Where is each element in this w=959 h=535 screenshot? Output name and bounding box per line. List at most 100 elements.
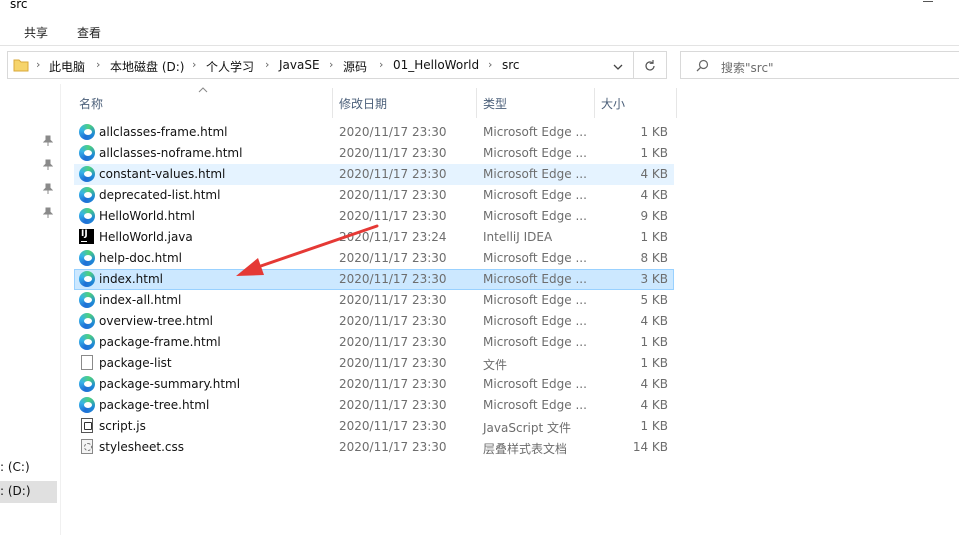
file-row[interactable]: allclasses-frame.html 2020/11/17 23:30 Mic… <box>74 122 674 143</box>
breadcrumb-javase[interactable]: JavaSE <box>279 58 320 72</box>
file-type: 层叠样式表文档 <box>483 442 568 456</box>
file-type: Microsoft Edge ... <box>483 167 587 181</box>
file-name: index-all.html <box>99 293 182 307</box>
file-type: Microsoft Edge ... <box>483 125 587 139</box>
column-divider[interactable] <box>594 88 595 118</box>
title-bar: src <box>0 0 959 14</box>
file-row[interactable]: script.js 2020/11/17 23:30 JavaScript 文件 1 … <box>74 416 674 437</box>
refresh-icon <box>645 60 655 71</box>
navigation-pane: : (C:) : (D:) <box>0 84 61 535</box>
column-divider[interactable] <box>676 88 677 118</box>
file-row[interactable]: HelloWorld.java 2020/11/17 23:24 IntelliJ … <box>74 227 674 248</box>
breadcrumb-this-pc[interactable]: 此电脑 <box>49 58 85 75</box>
breadcrumb-chevron-icon[interactable]: › <box>36 58 40 71</box>
file-date: 2020/11/17 23:30 <box>339 356 447 370</box>
breadcrumb-chevron-icon[interactable]: › <box>488 58 492 71</box>
file-size: 4 KB <box>640 167 668 181</box>
file-size: 1 KB <box>640 419 668 433</box>
file-row[interactable]: package-tree.html 2020/11/17 23:30 Microso… <box>74 395 674 416</box>
file-date: 2020/11/17 23:30 <box>339 314 447 328</box>
file-size: 9 KB <box>640 209 668 223</box>
file-row[interactable]: help-doc.html 2020/11/17 23:30 Microsoft E… <box>74 248 674 269</box>
file-name: allclasses-noframe.html <box>99 146 243 160</box>
file-date: 2020/11/17 23:30 <box>339 377 447 391</box>
file-size: 1 KB <box>640 146 668 160</box>
file-name: help-doc.html <box>99 251 182 265</box>
minimize-button[interactable] <box>923 1 933 2</box>
file-size: 1 KB <box>640 335 668 349</box>
file-row[interactable]: allclasses-noframe.html 2020/11/17 23:30 M… <box>74 143 674 164</box>
column-divider[interactable] <box>476 88 477 118</box>
file-row[interactable]: package-frame.html 2020/11/17 23:30 Micros… <box>74 332 674 353</box>
address-bar[interactable]: › 此电脑 › 本地磁盘 (D:) › 个人学习 › JavaSE › 源码 ›… <box>7 51 634 79</box>
edge-browser-icon <box>79 313 95 329</box>
file-row[interactable]: index.html 2020/11/17 23:30 Microsoft Edge… <box>74 269 674 290</box>
file-row[interactable]: deprecated-list.html 2020/11/17 23:30 Micr… <box>74 185 674 206</box>
breadcrumb-drive-d[interactable]: 本地磁盘 (D:) <box>110 58 184 75</box>
file-size: 1 KB <box>640 125 668 139</box>
file-row[interactable]: stylesheet.css 2020/11/17 23:30 层叠样式表文档 14 … <box>74 437 674 458</box>
file-row[interactable]: constant-values.html 2020/11/17 23:30 Micr… <box>74 164 674 185</box>
edge-browser-icon <box>79 271 95 287</box>
file-type: Microsoft Edge ... <box>483 251 587 265</box>
breadcrumb-01-helloworld[interactable]: 01_HelloWorld <box>393 58 479 72</box>
search-box[interactable]: 搜索"src" <box>680 51 959 79</box>
intellij-idea-icon <box>79 229 95 245</box>
edge-browser-icon <box>79 166 95 182</box>
sort-ascending-icon <box>198 87 208 93</box>
file-row[interactable]: HelloWorld.html 2020/11/17 23:30 Microsoft… <box>74 206 674 227</box>
file-name: index.html <box>99 272 163 286</box>
search-input[interactable]: 搜索"src" <box>721 59 774 76</box>
column-header-type[interactable]: 类型 <box>483 95 507 112</box>
file-size: 4 KB <box>640 398 668 412</box>
file-row[interactable]: package-summary.html 2020/11/17 23:30 Micr… <box>74 374 674 395</box>
breadcrumb-chevron-icon[interactable]: › <box>265 58 269 71</box>
file-row[interactable]: index-all.html 2020/11/17 23:30 Microsoft … <box>74 290 674 311</box>
column-header-name[interactable]: 名称 <box>79 95 103 112</box>
file-row[interactable]: overview-tree.html 2020/11/17 23:30 Micros… <box>74 311 674 332</box>
chevron-down-icon[interactable] <box>613 60 623 74</box>
pin-icon[interactable] <box>43 207 53 218</box>
file-name: package-frame.html <box>99 335 221 349</box>
edge-browser-icon <box>79 208 95 224</box>
breadcrumb-source[interactable]: 源码 <box>343 58 367 75</box>
file-type: Microsoft Edge ... <box>483 377 587 391</box>
tab-view[interactable]: 查看 <box>77 24 101 41</box>
breadcrumb-chevron-icon[interactable]: › <box>329 58 333 71</box>
breadcrumb-personal-study[interactable]: 个人学习 <box>206 58 254 75</box>
file-type: JavaScript 文件 <box>483 421 571 435</box>
breadcrumb-src[interactable]: src <box>502 58 520 72</box>
file-date: 2020/11/17 23:30 <box>339 398 447 412</box>
file-size: 3 KB <box>640 272 668 286</box>
column-divider[interactable] <box>332 88 333 118</box>
file-name: HelloWorld.html <box>99 209 195 223</box>
file-type: 文件 <box>483 358 508 372</box>
file-name: package-list <box>99 356 172 370</box>
pin-icon[interactable] <box>43 183 53 194</box>
breadcrumb-chevron-icon[interactable]: › <box>96 58 100 71</box>
edge-browser-icon <box>79 124 95 140</box>
file-type: IntelliJ IDEA <box>483 230 553 244</box>
column-header-date[interactable]: 修改日期 <box>339 95 387 112</box>
file-date: 2020/11/17 23:30 <box>339 440 447 454</box>
file-type: Microsoft Edge ... <box>483 314 587 328</box>
nav-drive-c[interactable]: : (C:) <box>0 457 57 479</box>
file-size: 8 KB <box>640 251 668 265</box>
edge-browser-icon <box>79 250 95 266</box>
edge-browser-icon <box>79 376 95 392</box>
pin-icon[interactable] <box>43 135 53 146</box>
edge-browser-icon <box>79 334 95 350</box>
file-date: 2020/11/17 23:30 <box>339 125 447 139</box>
file-row[interactable]: package-list 2020/11/17 23:30 文件 1 KB <box>74 353 674 374</box>
file-icon <box>79 355 95 371</box>
ribbon: 共享 查看 <box>0 14 959 46</box>
breadcrumb-chevron-icon[interactable]: › <box>192 58 196 71</box>
pin-icon[interactable] <box>43 159 53 170</box>
refresh-button[interactable] <box>634 51 667 79</box>
file-date: 2020/11/17 23:30 <box>339 272 447 286</box>
file-name: deprecated-list.html <box>99 188 221 202</box>
column-header-size[interactable]: 大小 <box>601 95 625 112</box>
tab-share[interactable]: 共享 <box>24 24 48 41</box>
breadcrumb-chevron-icon[interactable]: › <box>379 58 383 71</box>
nav-drive-d[interactable]: : (D:) <box>0 481 57 503</box>
